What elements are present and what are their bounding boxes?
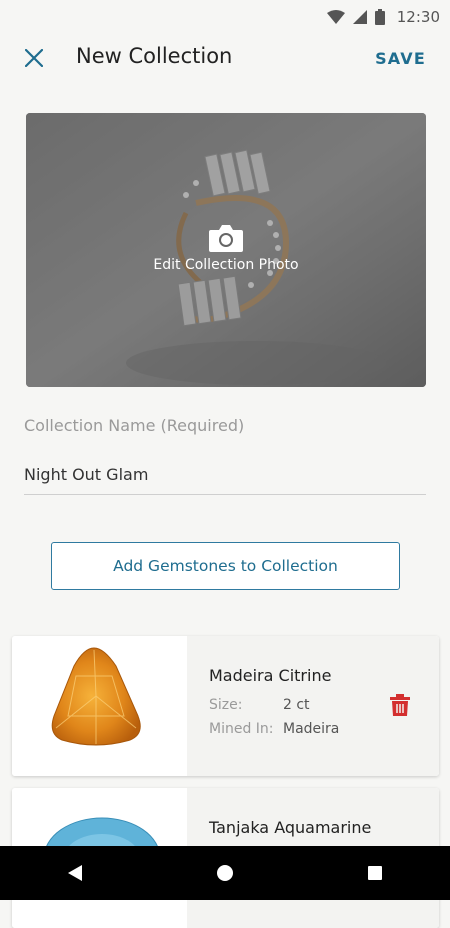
delete-icon[interactable]	[389, 693, 411, 717]
gemstone-thumbnail	[12, 636, 187, 776]
recents-icon	[368, 866, 382, 880]
wifi-icon	[326, 10, 345, 24]
signal-icon	[352, 10, 367, 24]
back-icon	[68, 865, 82, 881]
close-icon	[25, 49, 43, 67]
gemstone-size-row: Size: 2 ct	[209, 697, 310, 713]
collection-name-label: Collection Name (Required)	[24, 416, 245, 435]
app-bar: New Collection SAVE	[0, 34, 450, 84]
gemstone-name: Tanjaka Aquamarine	[209, 818, 372, 837]
mined-value: Madeira	[283, 721, 340, 737]
status-time: 12:30	[396, 8, 440, 26]
gemstone-mined-row: Mined In: Madeira	[209, 721, 339, 737]
edit-photo-button[interactable]: Edit Collection Photo	[26, 223, 426, 273]
recents-button[interactable]	[345, 846, 405, 900]
mined-label: Mined In:	[209, 721, 274, 737]
save-button[interactable]: SAVE	[375, 49, 426, 68]
citrine-gem-image	[51, 647, 141, 746]
gemstone-card[interactable]: Madeira Citrine Size: 2 ct Mined In: Mad…	[12, 636, 439, 776]
gemstone-name: Madeira Citrine	[209, 666, 332, 685]
back-button[interactable]	[45, 846, 105, 900]
home-icon	[217, 865, 233, 881]
page-title: New Collection	[76, 44, 233, 68]
edit-photo-label: Edit Collection Photo	[153, 257, 299, 273]
collection-name-input[interactable]	[24, 455, 426, 495]
home-button[interactable]	[195, 846, 255, 900]
add-gemstones-button[interactable]: Add Gemstones to Collection	[51, 542, 400, 590]
size-label: Size:	[209, 697, 243, 713]
collection-photo[interactable]: Edit Collection Photo	[26, 113, 426, 387]
status-bar: 12:30	[0, 0, 450, 34]
battery-icon	[374, 9, 385, 25]
close-button[interactable]	[22, 46, 46, 70]
system-nav-bar	[0, 846, 450, 900]
gemstone-info: Madeira Citrine Size: 2 ct Mined In: Mad…	[187, 636, 439, 776]
camera-icon	[209, 225, 243, 252]
size-value: 2 ct	[283, 697, 310, 713]
